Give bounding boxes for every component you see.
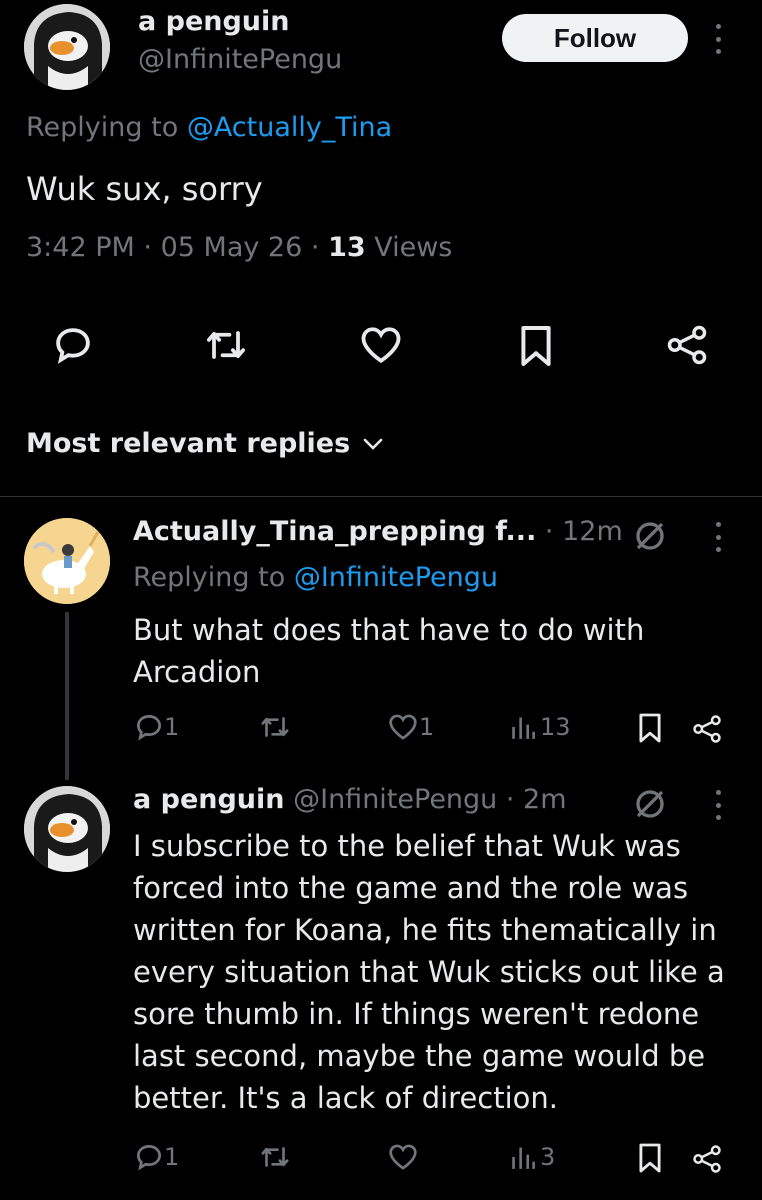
replying-to-prefix: Replying to [133,562,286,593]
repost-button[interactable] [202,324,250,366]
bookmark-icon [521,326,551,366]
reply-author-name[interactable]: Actually_Tina_prepping f... [133,516,536,547]
views-label: Views [374,232,453,263]
replying-to-line: Replying to @Actually_Tina [26,112,392,143]
heart-icon [389,1144,417,1170]
reply-text-line: Arcadion [133,655,261,689]
like-button[interactable] [358,324,404,366]
bookmark-icon [639,713,661,743]
bookmark-icon [639,1143,661,1173]
reply-replying-to-line: Replying to @InfinitePengu [133,562,498,593]
repost-icon [206,331,246,359]
replies-sort-dropdown[interactable]: Most relevant replies [26,428,384,459]
divider [0,496,762,497]
like-button[interactable] [387,1142,419,1172]
bookmark-button[interactable] [518,324,554,368]
reply-icon [136,714,162,741]
unicorn-avatar-image [24,518,110,604]
views-button[interactable]: 3 [510,1142,555,1172]
repost-button[interactable] [258,712,292,742]
penguin-avatar-image [24,786,110,872]
post-time[interactable]: 3:42 PM [26,232,135,263]
chevron-down-icon [363,438,383,450]
share-icon [693,715,721,743]
share-icon [693,1145,721,1173]
views-icon [512,717,535,739]
reply-text-line: better. It's a lack of direction. [133,1081,559,1115]
more-options-icon[interactable] [713,522,723,552]
more-options-icon[interactable] [713,790,723,820]
share-button[interactable] [692,714,722,744]
reply-count: 1 [164,1143,180,1171]
heart-icon [361,327,401,364]
repost-icon [261,717,289,737]
repost-button[interactable] [258,1142,292,1172]
bookmark-button[interactable] [637,1142,663,1174]
replying-to-mention[interactable]: @InfinitePengu [294,562,498,593]
follow-button[interactable]: Follow [502,14,688,62]
reply-header: a penguin @InfinitePengu · 2m [133,784,567,815]
share-icon [667,325,707,365]
more-options-icon[interactable] [713,24,723,54]
reply-time[interactable]: · 12m [545,516,623,547]
views-count: 13 [328,232,366,263]
reply-text-line: every situation that Wuk sticks out like… [133,955,725,989]
reply-time[interactable]: · 2m [506,784,567,815]
meta-separator: · [310,232,320,263]
post-author-handle[interactable]: @InfinitePengu [138,44,342,75]
reply-author-handle[interactable]: @InfinitePengu [293,784,497,815]
reply-text-line: I subscribe to the belief that Wuk was [133,829,681,863]
meta-separator: · [143,232,152,263]
post-text: Wuk sux, sorry [26,170,263,208]
post-author-name[interactable]: a penguin [138,6,290,37]
reply-text-line: sore thumb in. If things weren't redone [133,997,700,1031]
reply-button[interactable]: 1 [134,712,179,742]
post-date[interactable]: 05 May 26 [161,232,303,263]
reply-header: Actually_Tina_prepping f... · 12m [133,516,623,547]
avatar[interactable] [24,786,110,872]
reply-button[interactable] [52,324,94,366]
reply-text-line: But what does that have to do with [133,613,645,647]
avatar[interactable] [24,4,110,90]
replying-to-prefix: Replying to [26,112,179,143]
views-count: 3 [540,1143,556,1171]
views-icon [512,1147,535,1169]
replying-to-mention[interactable]: @Actually_Tina [187,112,392,143]
penguin-avatar-image [24,4,110,90]
share-button[interactable] [666,324,708,366]
reply-count: 1 [164,713,180,741]
repost-icon [261,1147,289,1167]
replies-sort-label: Most relevant replies [26,428,351,459]
reply-text-line: last second, maybe the game would be [133,1039,706,1073]
post-meta: 3:42 PM · 05 May 26 · 13 Views [26,232,452,263]
reply-button[interactable]: 1 [134,1142,179,1172]
reply-text-line: forced into the game and the role was [133,871,689,905]
bookmark-button[interactable] [637,712,663,744]
views-button[interactable]: 13 [510,712,571,742]
grok-icon[interactable] [632,518,668,554]
avatar[interactable] [24,518,110,604]
reply-icon [136,1144,162,1171]
grok-icon[interactable] [632,786,668,822]
reply-author-name[interactable]: a penguin [133,784,285,815]
share-button[interactable] [692,1144,722,1174]
reply-text-line: written for Koana, he fits thematically … [133,913,717,947]
reply-icon [56,328,90,364]
like-count: 1 [419,713,435,741]
like-button[interactable]: 1 [387,712,434,742]
thread-line [65,612,69,780]
heart-icon [389,714,417,740]
views-count: 13 [540,713,571,741]
